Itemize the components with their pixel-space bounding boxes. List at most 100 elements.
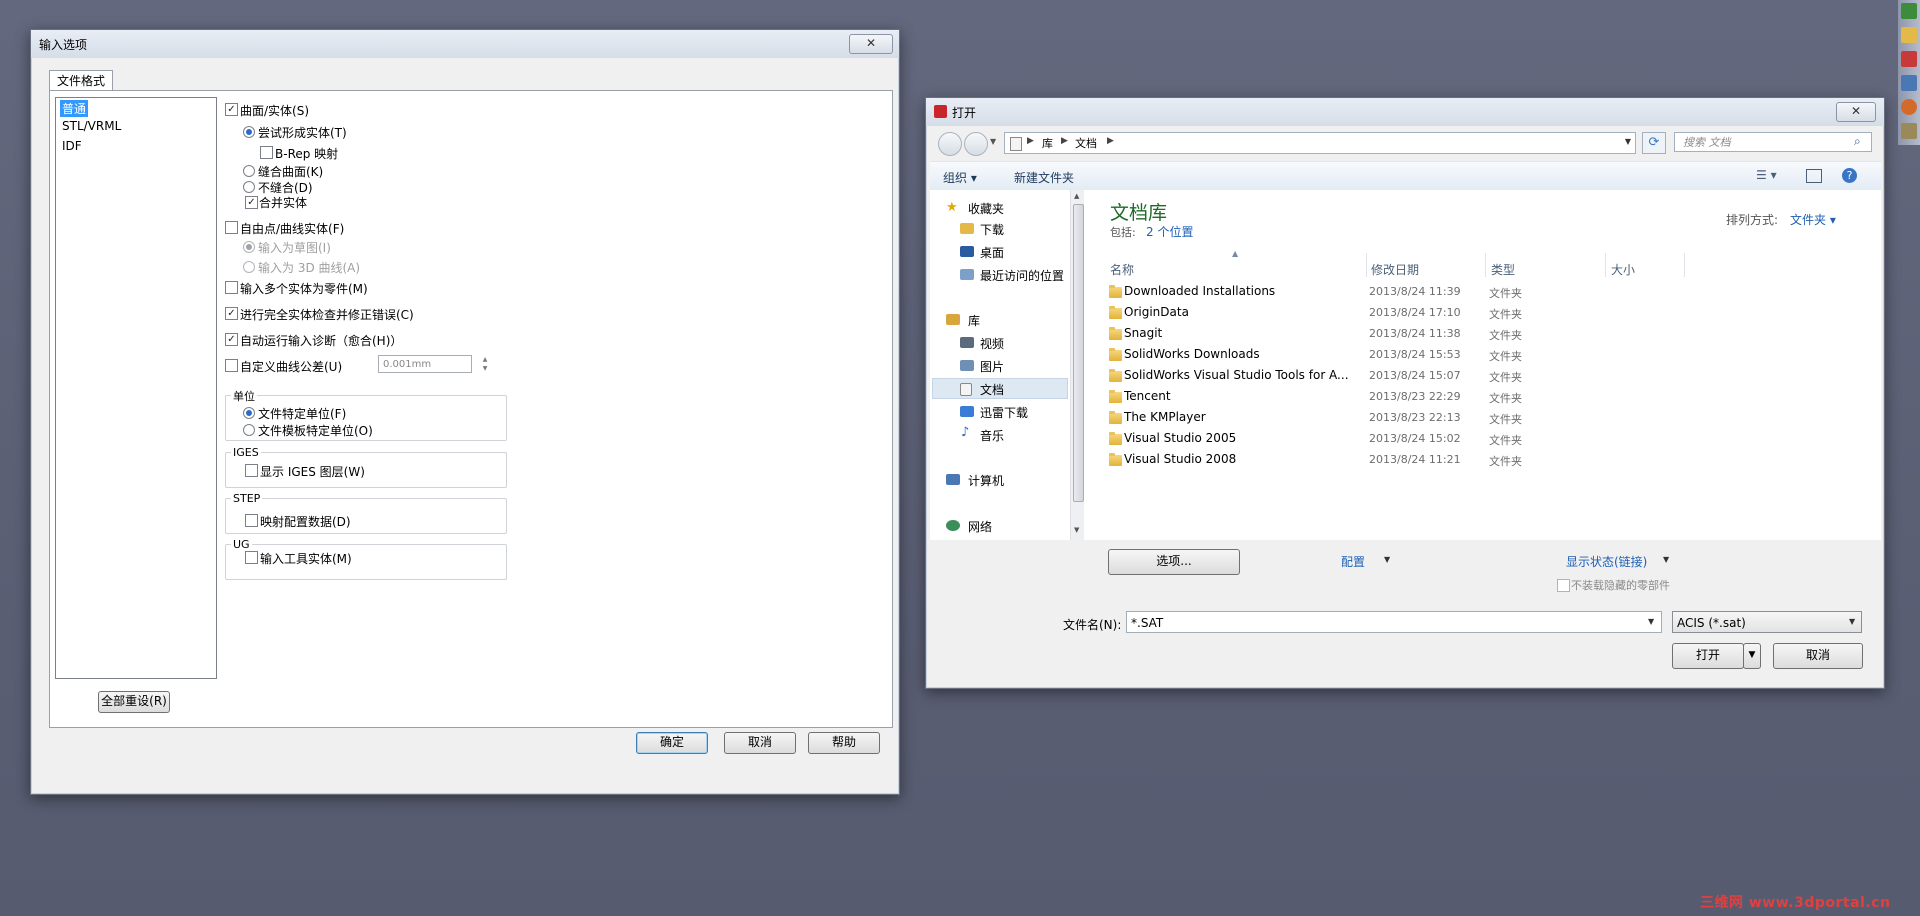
nav-pictures[interactable]: 图片 — [980, 358, 1004, 375]
scroll-down-icon[interactable]: ▼ — [1074, 526, 1079, 534]
breadcrumb-separator-icon[interactable]: ▶ — [1107, 136, 1114, 146]
try-form-solid-radio[interactable] — [243, 126, 255, 138]
nav-scrollbar[interactable]: ▲ ▼ — [1070, 190, 1085, 540]
merge-solids-checkbox[interactable]: ✓ — [245, 196, 258, 209]
new-folder-button[interactable]: 新建文件夹 — [1014, 169, 1074, 186]
view-options-icon[interactable]: ☰ ▾ — [1756, 168, 1777, 182]
ok-button[interactable]: 确定 — [636, 732, 708, 754]
search-input[interactable]: 搜索 文档 — [1674, 132, 1872, 152]
includes-locations-link[interactable]: 2 个位置 — [1146, 223, 1193, 240]
show-iges-layers-checkbox[interactable] — [245, 464, 258, 477]
auto-diagnose-checkbox[interactable]: ✓ — [225, 333, 238, 346]
nav-recent[interactable]: 最近访问的位置 — [980, 267, 1064, 284]
template-units-radio[interactable] — [243, 424, 255, 436]
surfaces-solids-checkbox[interactable]: ✓ — [225, 103, 238, 116]
arrange-by-dropdown[interactable]: 文件夹 ▾ — [1790, 211, 1836, 228]
multi-body-part-checkbox[interactable] — [225, 281, 238, 294]
tolerance-spinner[interactable]: ▲ ▼ — [479, 355, 491, 373]
file-name[interactable]: Visual Studio 2005 — [1124, 431, 1236, 445]
scroll-up-icon[interactable]: ▲ — [1074, 192, 1079, 200]
breadcrumb-documents[interactable]: 文档 — [1075, 135, 1097, 151]
reset-all-button[interactable]: 全部重设(R) — [98, 691, 170, 713]
file-type: 文件夹 — [1489, 455, 1522, 468]
close-icon[interactable]: ✕ — [1836, 102, 1876, 122]
address-dropdown-icon[interactable]: ▼ — [1625, 137, 1631, 146]
format-item-idf[interactable]: IDF — [60, 139, 84, 153]
free-point-curve-checkbox[interactable] — [225, 221, 238, 234]
display-state-dropdown-icon[interactable]: ▼ — [1663, 555, 1669, 564]
custom-properties-icon[interactable] — [1901, 123, 1917, 139]
open-button[interactable]: 打开 — [1672, 643, 1744, 669]
scroll-thumb[interactable] — [1073, 204, 1084, 502]
options-button[interactable]: 选项... — [1108, 549, 1240, 575]
chart-icon[interactable] — [1901, 3, 1917, 19]
file-name[interactable]: OriginData — [1124, 305, 1189, 319]
column-date[interactable]: 修改日期 — [1371, 261, 1419, 278]
nav-computer[interactable]: 计算机 — [968, 472, 1004, 489]
breadcrumb-separator-icon[interactable]: ▶ — [1061, 136, 1068, 146]
filename-input[interactable]: *.SAT — [1126, 611, 1662, 633]
tab-file-format[interactable]: 文件格式 — [49, 70, 113, 91]
no-load-hidden-checkbox[interactable] — [1557, 579, 1570, 592]
file-name[interactable]: Tencent — [1124, 389, 1171, 403]
no-knit-radio[interactable] — [243, 181, 255, 193]
nav-music[interactable]: 音乐 — [980, 427, 1004, 444]
nav-desktop[interactable]: 桌面 — [980, 244, 1004, 261]
config-dropdown-icon[interactable]: ▼ — [1384, 555, 1390, 564]
knit-surfaces-radio[interactable] — [243, 165, 255, 177]
address-bar[interactable]: ▶ 库 ▶ 文档 ▶ ▼ — [1004, 132, 1636, 154]
organize-button[interactable]: 组织 ▾ — [943, 169, 977, 186]
config-dropdown[interactable]: 配置 — [1341, 553, 1365, 570]
tolerance-input[interactable]: 0.001mm — [378, 355, 472, 373]
nav-libraries[interactable]: 库 — [968, 312, 980, 329]
refresh-icon[interactable]: ⟳ — [1642, 132, 1666, 154]
format-item-stl-vrml[interactable]: STL/VRML — [60, 119, 123, 133]
nav-favorites[interactable]: 收藏夹 — [968, 200, 1004, 217]
brep-mapping-checkbox[interactable] — [260, 146, 273, 159]
file-name[interactable]: Downloaded Installations — [1124, 284, 1275, 298]
cancel-button[interactable]: 取消 — [724, 732, 796, 754]
open-folder-icon[interactable] — [1901, 27, 1917, 43]
history-dropdown-icon[interactable]: ▼ — [990, 137, 996, 146]
import-tool-bodies-checkbox[interactable] — [245, 551, 258, 564]
column-size[interactable]: 大小 — [1611, 261, 1635, 278]
nav-downloads[interactable]: 下载 — [980, 221, 1004, 238]
file-name[interactable]: Snagit — [1124, 326, 1162, 340]
file-name[interactable]: Visual Studio 2008 — [1124, 452, 1236, 466]
format-item-general[interactable]: 普通 — [58, 99, 90, 118]
file-name[interactable]: SolidWorks Downloads — [1124, 347, 1260, 361]
help-icon[interactable]: ? — [1842, 168, 1857, 183]
nav-videos[interactable]: 视频 — [980, 335, 1004, 352]
preview-pane-icon[interactable] — [1806, 169, 1822, 183]
forward-icon[interactable] — [964, 132, 988, 156]
custom-tolerance-checkbox[interactable] — [225, 359, 238, 372]
input-options-titlebar[interactable]: 输入选项 ✕ — [31, 30, 899, 58]
filename-dropdown-icon[interactable]: ▼ — [1648, 617, 1654, 626]
filetype-select[interactable]: ACIS (*.sat) — [1672, 611, 1862, 633]
back-icon[interactable] — [938, 132, 962, 156]
nav-documents[interactable]: 文档 — [980, 381, 1004, 398]
view-palette-icon[interactable] — [1901, 75, 1917, 91]
filetype-dropdown-icon[interactable]: ▼ — [1849, 617, 1855, 626]
file-units-radio[interactable] — [243, 407, 255, 419]
close-icon[interactable]: ✕ — [849, 34, 893, 54]
design-library-icon[interactable] — [1901, 51, 1917, 67]
nav-thunder[interactable]: 迅雷下载 — [980, 404, 1028, 421]
display-state-dropdown[interactable]: 显示状态(链接) — [1566, 553, 1647, 570]
open-dialog-titlebar[interactable]: 打开 ✕ — [926, 98, 1884, 126]
column-type[interactable]: 类型 — [1491, 261, 1515, 278]
breadcrumb-libraries[interactable]: 库 — [1042, 135, 1053, 151]
breadcrumb-separator-icon[interactable]: ▶ — [1027, 136, 1034, 146]
nav-network[interactable]: 网络 — [968, 518, 992, 535]
cancel-open-button[interactable]: 取消 — [1773, 643, 1863, 669]
appearance-icon[interactable] — [1901, 99, 1917, 115]
column-name[interactable]: 名称 — [1110, 261, 1134, 278]
help-button[interactable]: 帮助 — [808, 732, 880, 754]
full-check-checkbox[interactable]: ✓ — [225, 307, 238, 320]
open-split-arrow[interactable]: ▼ — [1743, 643, 1761, 669]
file-name[interactable]: The KMPlayer — [1124, 410, 1206, 424]
search-icon[interactable]: ⌕ — [1854, 134, 1861, 149]
format-listbox[interactable]: 普通 STL/VRML IDF — [55, 97, 217, 679]
map-config-checkbox[interactable] — [245, 514, 258, 527]
file-name[interactable]: SolidWorks Visual Studio Tools for A... — [1124, 368, 1349, 382]
